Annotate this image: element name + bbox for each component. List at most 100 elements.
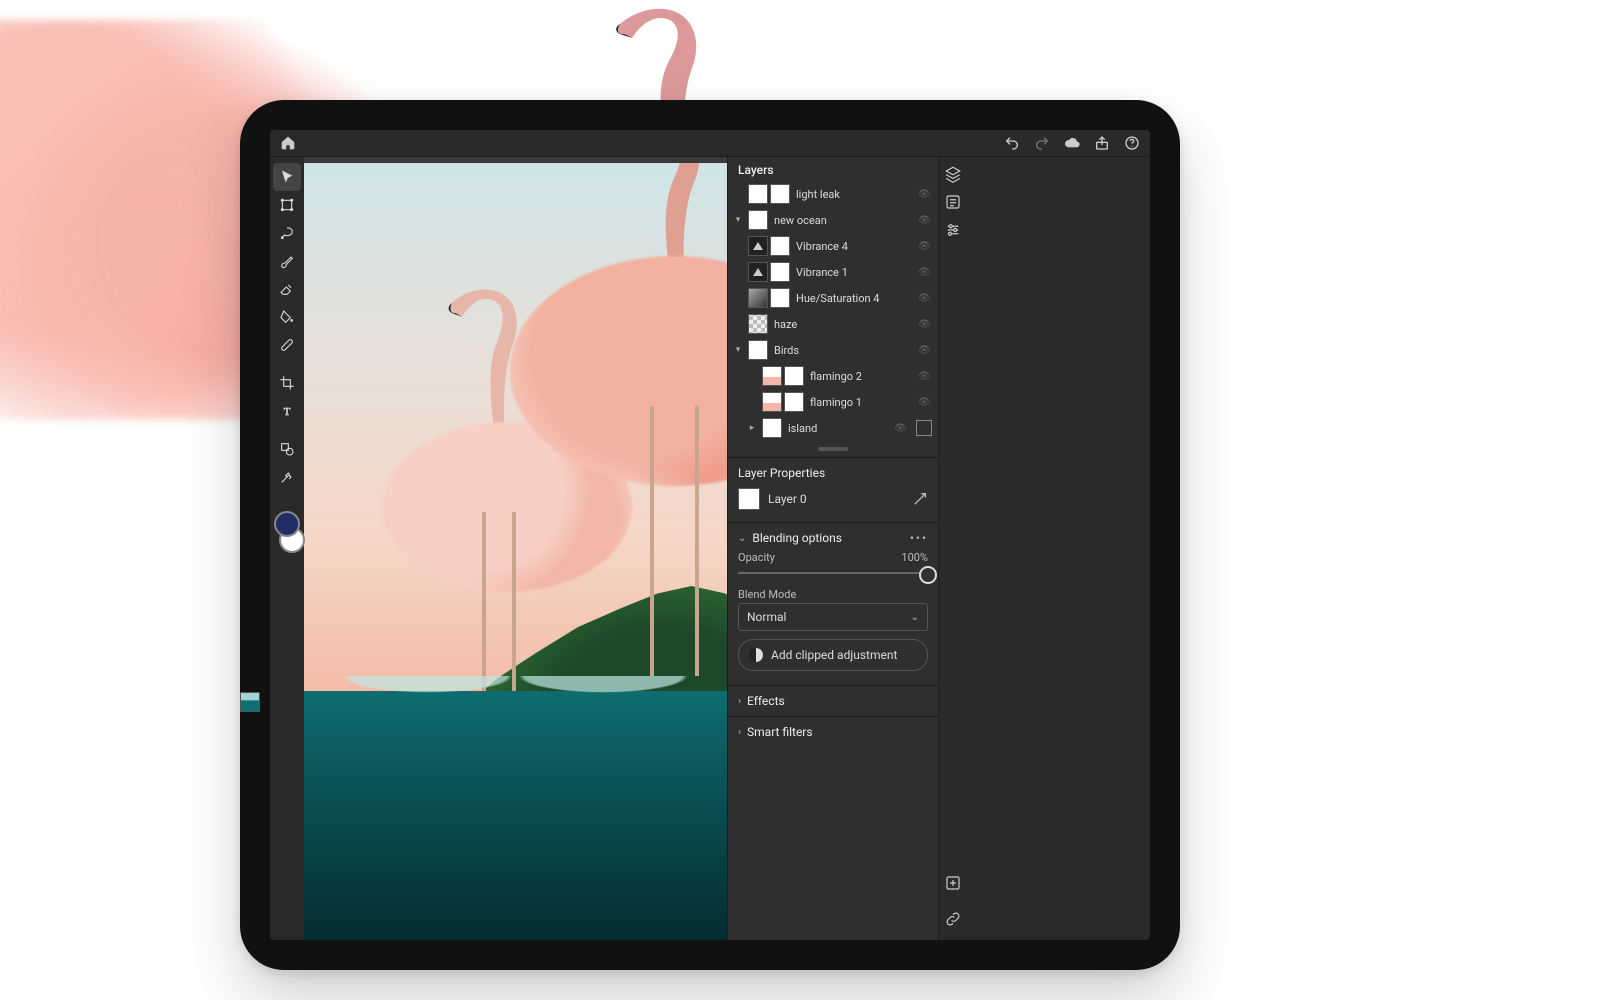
more-icon[interactable]: ••• <box>910 531 928 545</box>
blending-options-header[interactable]: ⌄ Blending options ••• <box>728 522 938 549</box>
layer-name: haze <box>774 318 912 331</box>
add-layer-icon[interactable] <box>944 874 962 892</box>
layer-mask-thumb <box>770 262 790 282</box>
layers-scroll-handle[interactable] <box>818 447 848 451</box>
layer-thumb <box>748 184 768 204</box>
smart-filters-title: Smart filters <box>747 725 813 739</box>
wave-render <box>304 676 727 702</box>
svg-text:T: T <box>284 407 291 418</box>
opacity-value: 100% <box>901 551 928 564</box>
adjustment-icon <box>749 648 763 662</box>
layer-mask-thumb <box>770 184 790 204</box>
disclosure-triangle-icon[interactable]: ▾ <box>734 215 742 225</box>
layer-row[interactable]: ▾ Birds 👁 <box>728 337 938 363</box>
layer-row[interactable]: Hue/Saturation 4 👁 <box>728 285 938 311</box>
eraser-tool[interactable] <box>273 275 301 303</box>
move-tool[interactable] <box>273 163 301 191</box>
effects-header[interactable]: › Effects <box>728 685 938 712</box>
layer-properties-title: Layer Properties <box>738 466 825 480</box>
layer-row[interactable]: Vibrance 4 👁 <box>728 233 938 259</box>
visibility-toggle-icon[interactable]: 👁 <box>918 241 932 252</box>
layer-mask-thumb <box>784 392 804 412</box>
add-clipped-adjustment-button[interactable]: Add clipped adjustment <box>738 639 928 671</box>
fill-tool[interactable] <box>273 303 301 331</box>
canvas-area[interactable] <box>304 157 727 940</box>
layer-name: flamingo 1 <box>810 396 912 409</box>
panel-mini-strip <box>938 157 967 940</box>
layer-row[interactable]: haze 👁 <box>728 311 938 337</box>
heal-tool[interactable] <box>273 331 301 359</box>
layer-name: Birds <box>774 344 912 357</box>
effects-title: Effects <box>747 694 785 708</box>
layer-name: Hue/Saturation 4 <box>796 292 912 305</box>
layer-name: island <box>788 422 888 435</box>
document-canvas[interactable] <box>304 163 727 940</box>
layer-row[interactable]: Vibrance 1 👁 <box>728 259 938 285</box>
visibility-toggle-icon[interactable]: 👁 <box>894 423 908 434</box>
layer-thumb <box>762 392 782 412</box>
app-screen: T <box>270 130 1150 940</box>
layer-name: Vibrance 1 <box>796 266 912 279</box>
visibility-toggle-icon[interactable]: 👁 <box>918 215 932 226</box>
transform-tool[interactable] <box>273 191 301 219</box>
layer-row[interactable]: flamingo 1 👁 <box>728 389 938 415</box>
layer-extra-icon[interactable] <box>916 420 932 436</box>
current-layer-thumb <box>738 488 760 510</box>
layer-row[interactable]: light leak👁 <box>728 181 938 207</box>
layer-thumb <box>748 340 768 360</box>
layer-row[interactable]: ▸ island 👁 <box>728 415 938 441</box>
layer-thumb <box>748 236 768 256</box>
layer-thumb <box>748 262 768 282</box>
redo-icon[interactable] <box>1034 135 1050 151</box>
ocean-layer-render <box>304 691 727 940</box>
disclosure-triangle-icon[interactable]: ▸ <box>748 423 756 433</box>
crop-tool[interactable] <box>273 369 301 397</box>
opacity-label: Opacity <box>738 551 775 564</box>
layers-list[interactable]: light leak👁▾new ocean👁Vibrance 4👁Vibranc… <box>728 181 938 441</box>
help-icon[interactable] <box>1124 135 1140 151</box>
layer-row[interactable]: flamingo 2👁 <box>728 363 938 389</box>
undo-icon[interactable] <box>1004 135 1020 151</box>
smart-filters-header[interactable]: › Smart filters <box>728 716 938 743</box>
layer-options-icon[interactable] <box>944 193 962 211</box>
visibility-toggle-icon[interactable]: 👁 <box>918 371 932 382</box>
eyedropper-tool[interactable] <box>273 463 301 491</box>
layer-mask-thumb <box>784 366 804 386</box>
layer-name: Vibrance 4 <box>796 240 912 253</box>
visibility-toggle-icon[interactable]: 👁 <box>918 319 932 330</box>
fx-icon[interactable] <box>912 491 928 507</box>
blend-mode-value: Normal <box>747 610 786 624</box>
add-clipped-adjustment-label: Add clipped adjustment <box>771 648 897 662</box>
share-icon[interactable] <box>1094 135 1110 151</box>
layer-thumb <box>748 314 768 334</box>
adjustments-icon[interactable] <box>944 221 962 239</box>
layer-mask-thumb <box>748 210 768 230</box>
shapes-tool[interactable] <box>273 435 301 463</box>
blend-mode-label: Blend Mode <box>728 586 938 603</box>
opacity-slider[interactable] <box>738 564 928 582</box>
home-icon[interactable] <box>280 135 296 151</box>
layers-panel-title: Layers <box>728 157 938 181</box>
visibility-toggle-icon[interactable]: 👁 <box>918 189 932 200</box>
layers-panel-icon[interactable] <box>944 165 962 183</box>
layer-mask-thumb <box>770 288 790 308</box>
foreground-color[interactable] <box>274 511 300 537</box>
cloud-icon[interactable] <box>1064 135 1080 151</box>
layer-properties-row[interactable]: Layer 0 <box>728 484 938 518</box>
disclosure-triangle-icon[interactable]: ▾ <box>734 345 742 355</box>
lasso-tool[interactable] <box>273 219 301 247</box>
visibility-toggle-icon[interactable]: 👁 <box>918 397 932 408</box>
visibility-toggle-icon[interactable]: 👁 <box>918 267 932 278</box>
chevron-down-icon: ⌄ <box>738 533 746 544</box>
visibility-toggle-icon[interactable]: 👁 <box>918 293 932 304</box>
layer-name: new ocean <box>774 214 912 227</box>
visibility-toggle-icon[interactable]: 👁 <box>918 345 932 356</box>
layer-thumb <box>748 288 768 308</box>
layer-row[interactable]: ▾ new ocean 👁 <box>728 207 938 233</box>
type-tool[interactable]: T <box>273 397 301 425</box>
link-icon[interactable] <box>944 910 962 928</box>
blend-mode-select[interactable]: Normal ⌄ <box>738 603 928 631</box>
tool-strip: T <box>270 157 304 940</box>
layer-mask-thumb <box>770 236 790 256</box>
brush-tool[interactable] <box>273 247 301 275</box>
